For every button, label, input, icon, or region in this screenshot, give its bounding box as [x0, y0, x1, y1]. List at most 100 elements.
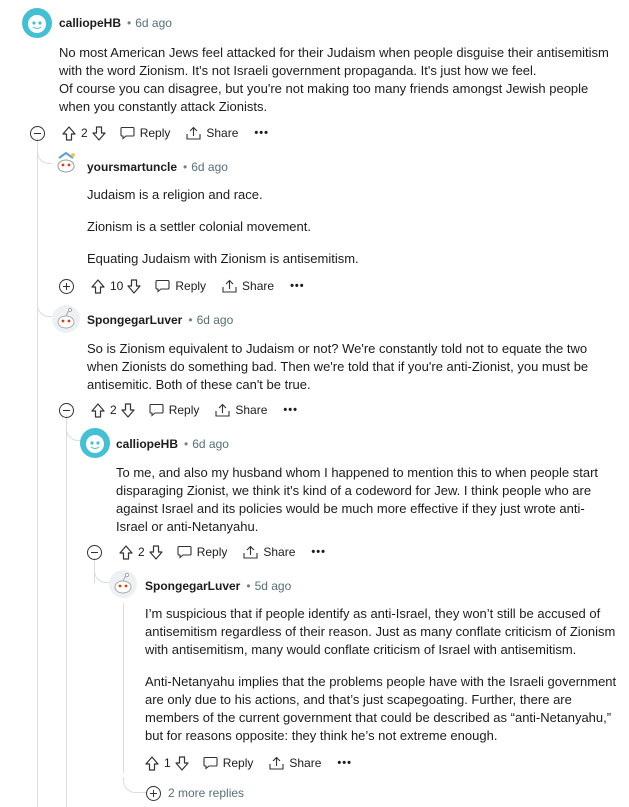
arrow-down-icon[interactable] — [121, 402, 135, 418]
comment-paragraph: Judaism is a religion and race. — [87, 187, 263, 202]
more-options-button[interactable]: ••• — [283, 404, 298, 416]
share-label: Share — [235, 403, 268, 417]
reply-button[interactable]: Reply — [155, 279, 206, 293]
share-icon — [215, 403, 230, 417]
timestamp[interactable]: 6d ago — [135, 16, 172, 30]
more-options-button[interactable]: ••• — [290, 280, 305, 292]
snoo-avatar-icon — [114, 572, 132, 594]
minus-circle-icon[interactable] — [87, 544, 102, 560]
thread-connector — [123, 777, 146, 793]
speech-bubble-icon — [203, 756, 218, 770]
speech-bubble-icon — [155, 279, 170, 293]
comment-meta: calliopeHB • 6d ago — [116, 437, 229, 451]
vote-controls: 2 — [91, 402, 135, 418]
timestamp[interactable]: 5d ago — [255, 579, 292, 593]
reply-label: Reply — [175, 279, 207, 293]
reply-label: Reply — [196, 545, 228, 559]
plus-circle-icon — [146, 785, 161, 801]
share-icon — [243, 545, 258, 559]
comment-actions: 2 Reply Share ••• — [59, 400, 298, 420]
reply-label: Reply — [168, 403, 200, 417]
comment-paragraph: Equating Judaism with Zionism is antisem… — [87, 251, 359, 266]
comment-paragraph: I’m suspicious that if people identify a… — [145, 606, 616, 657]
username[interactable]: yoursmartuncle — [87, 160, 177, 174]
share-label: Share — [206, 126, 239, 140]
vote-controls: 2 — [119, 544, 163, 560]
share-button[interactable]: Share — [269, 756, 321, 770]
comment-body: To me, and also my husband whom I happen… — [116, 464, 616, 536]
comment-actions: 10 Reply Share ••• — [59, 276, 305, 296]
comment-actions: 2 Reply Share ••• — [30, 123, 269, 143]
reply-button[interactable]: Reply — [203, 756, 253, 770]
reply-button[interactable]: Reply — [177, 545, 228, 559]
comment-paragraph: To me, and also my husband whom I happen… — [116, 465, 599, 534]
arrow-down-icon[interactable] — [175, 755, 189, 771]
arrow-up-icon[interactable] — [62, 125, 76, 141]
avatar[interactable] — [22, 8, 52, 38]
comment-paragraph: No most American Jews feel attacked for … — [59, 45, 609, 114]
timestamp[interactable]: 6d ago — [197, 313, 234, 327]
avatar[interactable] — [109, 570, 137, 598]
comment-paragraph: So is Zionism equivalent to Judaism or n… — [87, 341, 589, 392]
speech-bubble-icon — [149, 403, 164, 417]
share-label: Share — [242, 279, 275, 293]
plus-circle-icon[interactable] — [59, 278, 74, 294]
thread-connector — [37, 151, 52, 164]
vote-count: 2 — [81, 126, 88, 140]
share-button[interactable]: Share — [243, 545, 295, 559]
comment-meta: yoursmartuncle • 6d ago — [87, 160, 228, 174]
reply-button[interactable]: Reply — [120, 126, 171, 140]
thread-connector — [66, 428, 81, 441]
thread-connector — [37, 304, 52, 317]
comment-body: I’m suspicious that if people identify a… — [145, 605, 617, 745]
thread-line[interactable] — [123, 603, 124, 773]
comment-meta: calliopeHB • 6d ago — [59, 16, 172, 30]
more-options-button[interactable]: ••• — [337, 757, 352, 769]
comment-body: So is Zionism equivalent to Judaism or n… — [87, 340, 615, 394]
vote-count: 2 — [138, 545, 145, 559]
thread-line[interactable] — [37, 138, 38, 807]
thread-line[interactable] — [66, 415, 67, 807]
more-replies-link[interactable]: 2 more replies — [146, 783, 244, 803]
username[interactable]: SpongegarLuver — [145, 579, 240, 593]
snoo-avatar-icon — [57, 151, 75, 173]
vote-controls: 1 — [145, 755, 189, 771]
avatar[interactable] — [52, 305, 80, 333]
thread-connector — [94, 570, 109, 583]
share-icon — [186, 126, 201, 140]
minus-circle-icon[interactable] — [59, 402, 74, 418]
timestamp[interactable]: 6d ago — [191, 160, 228, 174]
minus-circle-icon[interactable] — [30, 125, 45, 141]
username[interactable]: calliopeHB — [116, 437, 178, 451]
arrow-up-icon[interactable] — [119, 544, 133, 560]
avatar[interactable] — [80, 428, 110, 458]
comment-paragraph: Zionism is a settler colonial movement. — [87, 219, 311, 234]
more-options-button[interactable]: ••• — [311, 546, 326, 558]
share-button[interactable]: Share — [186, 126, 238, 140]
more-options-button[interactable]: ••• — [254, 127, 269, 139]
arrow-up-icon[interactable] — [145, 755, 159, 771]
comment-meta: SpongegarLuver • 5d ago — [145, 579, 292, 593]
arrow-up-icon[interactable] — [91, 402, 105, 418]
arrow-down-icon[interactable] — [149, 544, 163, 560]
share-button[interactable]: Share — [222, 279, 274, 293]
vote-controls: 2 — [62, 125, 106, 141]
avatar[interactable] — [53, 150, 79, 176]
comment-paragraph: Anti-Netanyahu implies that the problems… — [145, 674, 617, 743]
share-label: Share — [289, 756, 322, 770]
arrow-up-icon[interactable] — [91, 278, 105, 294]
snoo-avatar-icon — [86, 435, 104, 453]
username[interactable]: SpongegarLuver — [87, 313, 182, 327]
comment-body: No most American Jews feel attacked for … — [59, 44, 619, 116]
arrow-down-icon[interactable] — [127, 278, 141, 294]
share-button[interactable]: Share — [215, 403, 267, 417]
reply-label: Reply — [139, 126, 171, 140]
snoo-avatar-icon — [28, 15, 46, 33]
timestamp[interactable]: 6d ago — [192, 437, 229, 451]
comment-meta: SpongegarLuver • 6d ago — [87, 313, 234, 327]
vote-count: 1 — [164, 756, 171, 770]
vote-count: 2 — [110, 403, 117, 417]
arrow-down-icon[interactable] — [92, 125, 106, 141]
username[interactable]: calliopeHB — [59, 16, 121, 30]
reply-button[interactable]: Reply — [149, 403, 200, 417]
